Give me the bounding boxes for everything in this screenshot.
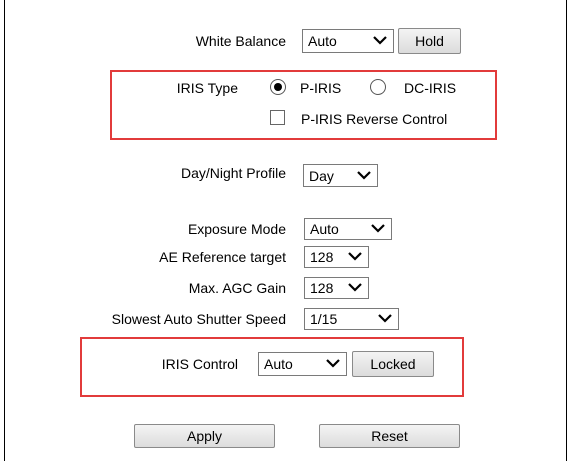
max-agc-select[interactable]: 128 — [304, 277, 369, 299]
locked-button[interactable]: Locked — [352, 351, 434, 377]
p-iris-reverse-checkbox[interactable] — [270, 110, 285, 125]
chevron-down-icon — [348, 283, 362, 292]
chevron-down-icon — [378, 314, 392, 323]
reset-button[interactable]: Reset — [319, 424, 460, 448]
day-night-label: Day/Night Profile — [180, 165, 286, 181]
radio-selected-dot — [274, 83, 282, 91]
p-iris-reverse-label: P-IRIS Reverse Control — [301, 111, 448, 127]
shutter-select[interactable]: 1/15 — [304, 308, 399, 330]
iris-control-label: IRIS Control — [161, 356, 238, 372]
ae-reference-select[interactable]: 128 — [304, 246, 369, 268]
chevron-down-icon — [371, 224, 385, 233]
chevron-down-icon — [348, 252, 362, 261]
iris-type-label: IRIS Type — [176, 80, 238, 96]
iris-control-select[interactable]: Auto — [258, 352, 347, 376]
chevron-down-icon — [326, 359, 340, 368]
dc-iris-label: DC-IRIS — [404, 80, 457, 96]
white-balance-select[interactable]: Auto — [302, 29, 394, 53]
p-iris-label: P-IRIS — [300, 80, 342, 96]
max-agc-label: Max. AGC Gain — [188, 280, 286, 296]
hold-button[interactable]: Hold — [398, 28, 461, 54]
chevron-down-icon — [373, 36, 387, 45]
iris-control-value: Auto — [264, 356, 293, 372]
shutter-value: 1/15 — [310, 311, 338, 327]
day-night-select[interactable]: Day — [303, 164, 378, 187]
day-night-value: Day — [309, 168, 334, 184]
p-iris-radio[interactable] — [270, 79, 286, 95]
white-balance-value: Auto — [308, 33, 337, 49]
ae-reference-label: AE Reference target — [159, 249, 286, 265]
exposure-mode-label: Exposure Mode — [187, 221, 286, 237]
white-balance-label: White Balance — [195, 33, 286, 49]
max-agc-value: 128 — [310, 280, 334, 296]
exposure-mode-select[interactable]: Auto — [304, 218, 392, 240]
apply-button[interactable]: Apply — [134, 424, 275, 448]
exposure-mode-value: Auto — [310, 221, 339, 237]
chevron-down-icon — [357, 171, 371, 180]
dc-iris-radio[interactable] — [370, 79, 386, 95]
ae-reference-value: 128 — [310, 249, 334, 265]
shutter-label: Slowest Auto Shutter Speed — [111, 311, 286, 327]
